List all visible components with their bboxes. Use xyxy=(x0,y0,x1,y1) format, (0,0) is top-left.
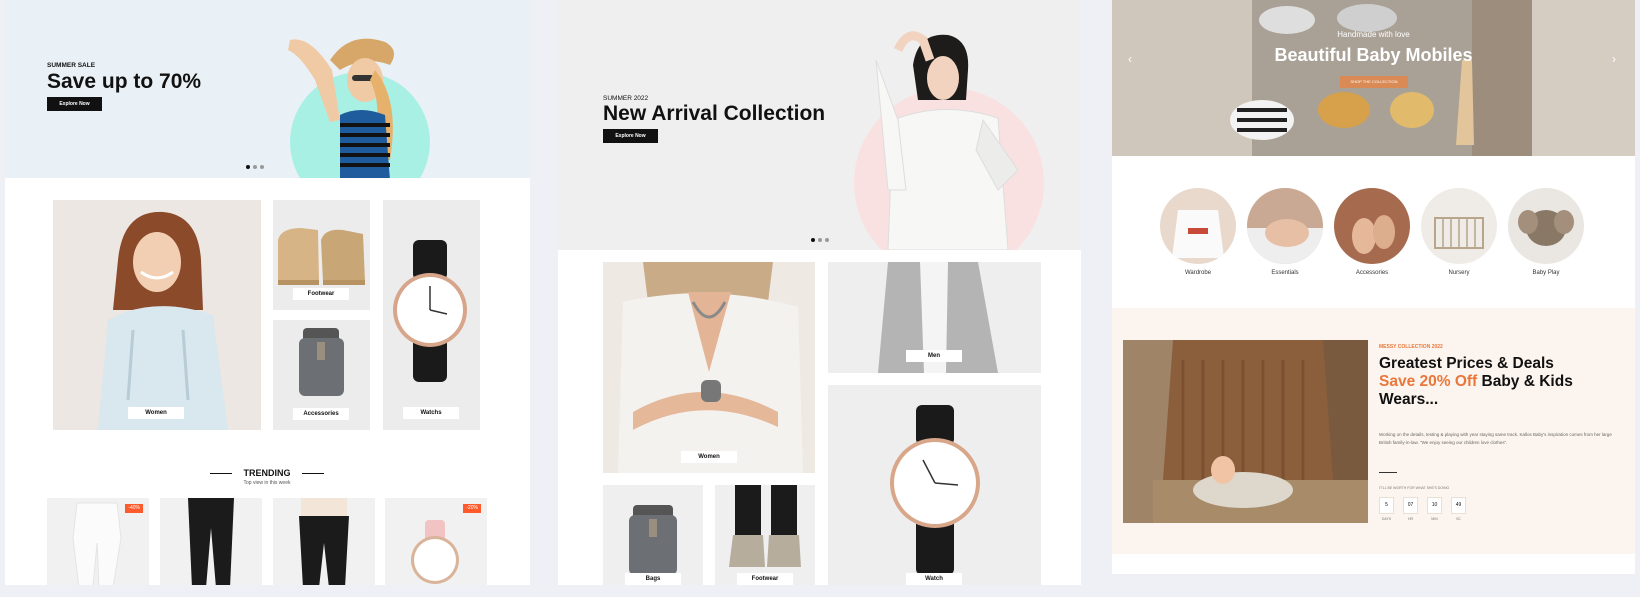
watch-image xyxy=(393,240,467,382)
countdown-seconds-unit: SC xyxy=(1456,517,1461,521)
category-label-bags: Bags xyxy=(625,573,681,585)
category-label-accessories: Accessories xyxy=(1355,270,1389,276)
category-circle-baby-play[interactable] xyxy=(1508,188,1584,264)
category-label-watchs: Watchs xyxy=(403,407,459,419)
carousel-dot-1[interactable] xyxy=(246,165,250,169)
product-card[interactable] xyxy=(160,498,262,585)
category-label-men: Men xyxy=(906,350,962,362)
countdown-minutes-unit: MIN xyxy=(1431,517,1438,521)
hero-eyebrow: SUMMER 2022 xyxy=(603,95,649,102)
trending-subtitle: Top view in this week xyxy=(243,480,291,486)
shop-collection-button[interactable]: SHOP THE COLLECTION xyxy=(1340,76,1408,88)
category-label-women: Women xyxy=(681,451,737,463)
essentials-image xyxy=(1247,219,1323,264)
discount-badge: -40% xyxy=(125,504,143,513)
countdown-hours: 07 xyxy=(1403,497,1418,514)
trending-title: TRENDING xyxy=(243,468,291,478)
promo-image xyxy=(1123,340,1368,523)
category-card-accessories[interactable]: Accessories xyxy=(273,320,370,430)
hero-title: New Arrival Collection xyxy=(603,102,826,125)
category-label-accessories: Accessories xyxy=(293,408,349,420)
countdown-days-unit: DAYS xyxy=(1381,517,1392,521)
women-model-image xyxy=(618,262,803,473)
category-label-women: Women xyxy=(128,407,184,419)
countdown-minutes: 10 xyxy=(1427,497,1442,514)
category-card-watchs[interactable]: Watchs xyxy=(383,200,480,430)
category-card-bags[interactable] xyxy=(603,485,703,585)
promo-title-line2: Save 20% Off Baby & Kids xyxy=(1379,373,1573,391)
countdown-days: 5 xyxy=(1379,497,1394,514)
carousel-dot-2[interactable] xyxy=(818,238,822,242)
carousel-dot-3[interactable] xyxy=(260,165,264,169)
carousel-dot-3[interactable] xyxy=(825,238,829,242)
category-circle-nursery[interactable] xyxy=(1421,188,1497,264)
trending-line-right xyxy=(302,473,324,474)
category-label-wardrobe: Wardrobe xyxy=(1184,270,1212,276)
category-card-footwear[interactable] xyxy=(715,485,815,585)
promo-divider xyxy=(1379,472,1397,473)
discount-badge: -20% xyxy=(463,504,481,513)
hero-title: Beautiful Baby Mobiles xyxy=(1274,45,1473,65)
promo-body: Working on the details, testing & playin… xyxy=(1379,432,1612,445)
category-label-footwear: Footwear xyxy=(737,573,793,585)
promo-title-line1: Greatest Prices & Deals xyxy=(1379,355,1554,372)
footwear-image xyxy=(729,485,801,567)
category-label-footwear: Footwear xyxy=(293,288,349,300)
carousel-dot-2[interactable] xyxy=(253,165,257,169)
category-card-footwear[interactable]: Footwear xyxy=(273,200,370,310)
category-label-watch: Watch xyxy=(906,573,962,585)
explore-now-button[interactable]: Explore Now xyxy=(603,129,658,143)
category-card-women[interactable]: Women xyxy=(603,262,815,473)
category-card-women[interactable]: Women xyxy=(53,200,261,430)
product-image xyxy=(188,498,234,585)
product-card[interactable]: -20% xyxy=(385,498,487,585)
panel-fashion-store-2: SUMMER 2022 New Arrival Collection Explo… xyxy=(558,0,1081,585)
hero-eyebrow: Handmade with love xyxy=(1337,30,1410,39)
carousel-dot-1[interactable] xyxy=(811,238,815,242)
hero-banner: ‹ › Handmade with love Beautiful Baby Mo… xyxy=(1112,0,1635,156)
women-model-image xyxy=(98,211,228,430)
countdown-hours-unit: HR xyxy=(1407,517,1414,521)
category-card-men[interactable]: Men xyxy=(828,262,1041,373)
hero-banner: SUMMER 2022 New Arrival Collection Explo… xyxy=(558,0,1081,250)
category-circle-essentials[interactable] xyxy=(1247,188,1323,264)
product-card[interactable]: -40% xyxy=(47,498,149,585)
explore-now-button[interactable]: Explore Now xyxy=(47,97,102,111)
panel-baby-store: ‹ › Handmade with love Beautiful Baby Mo… xyxy=(1112,0,1635,574)
child-sweater-image xyxy=(1123,340,1368,523)
category-circle-wardrobe[interactable] xyxy=(1160,188,1236,264)
hero-model-image xyxy=(875,31,1019,250)
trending-line-left xyxy=(210,473,232,474)
category-card-watch[interactable] xyxy=(828,385,1041,585)
product-image xyxy=(299,498,349,585)
bag-image xyxy=(629,505,677,575)
wardrobe-image xyxy=(1172,210,1224,258)
category-label-essentials: Essentials xyxy=(1271,270,1299,276)
category-label-nursery: Nursery xyxy=(1448,270,1470,276)
countdown-seconds: 49 xyxy=(1451,497,1466,514)
baby-play-image xyxy=(1518,210,1574,246)
panel-fashion-store-1: SUMMER SALE Save up to 70% Explore Now W… xyxy=(5,0,530,585)
hero-model-image xyxy=(288,38,394,178)
watch-image xyxy=(890,405,980,575)
category-label-baby-play: Baby Play xyxy=(1532,270,1560,276)
promo-section: MESSY COLLECTION 2022 Greatest Prices & … xyxy=(1112,308,1635,554)
accessories-image xyxy=(1352,215,1395,254)
nursery-image xyxy=(1434,217,1484,249)
promo-highlight: Save 20% Off xyxy=(1379,373,1478,390)
hero-banner: SUMMER SALE Save up to 70% Explore Now xyxy=(5,0,530,178)
category-circle-accessories[interactable] xyxy=(1334,188,1410,264)
hero-eyebrow: SUMMER SALE xyxy=(47,62,96,69)
promo-title-line2-rest: Baby & Kids xyxy=(1477,373,1573,390)
promo-eyebrow: MESSY COLLECTION 2022 xyxy=(1379,344,1443,350)
hero-title: Save up to 70% xyxy=(47,70,202,93)
promo-title-line3: Wears... xyxy=(1379,391,1439,408)
timer-caption: IT'LL BE WORTH FOR WHAT SHE'S DOING xyxy=(1379,486,1450,490)
product-card[interactable] xyxy=(273,498,375,585)
